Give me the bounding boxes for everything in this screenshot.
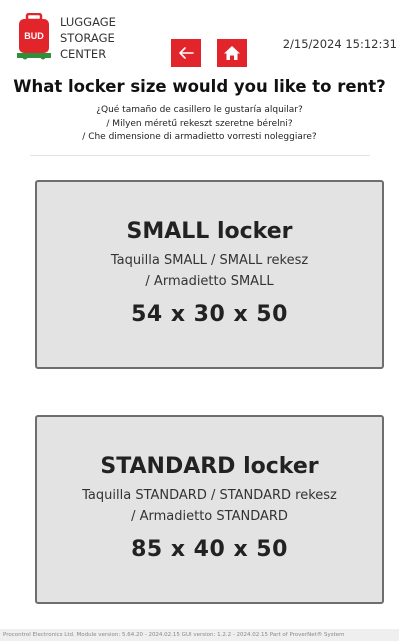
brand-line-2: STORAGE [60,31,115,45]
locker-dimensions: 54 x 30 x 50 [131,302,288,327]
back-button[interactable] [171,39,201,67]
home-button[interactable] [217,39,247,67]
subtitle-italian: / Che dimensione di armadietto vorresti … [82,132,317,143]
locker-name: STANDARD locker [100,454,319,479]
standard-locker-button[interactable]: STANDARD locker Taquilla STANDARD / STAN… [35,415,384,604]
page-subtitle: ¿Qué tamaño de casillero le gustaría alq… [0,104,399,145]
locker-translation-line-1: Taquilla SMALL / SMALL rekesz [110,253,309,268]
divider [30,155,370,156]
subtitle-spanish: ¿Qué tamaño de casillero le gustaría alq… [96,105,303,115]
arrow-left-icon [179,47,194,59]
home-icon [224,46,240,60]
locker-translation-line-2: / Armadietto STANDARD [131,509,288,524]
version-footer: Procontrol Electronics Ltd. Module versi… [0,629,399,641]
header: BUD LUGGAGE STORAGE CENTER 2/15/2024 15:… [0,0,399,78]
brand-line-3: CENTER [60,47,107,61]
page-title: What locker size would you like to rent? [13,77,386,96]
logo-badge-text: BUD [24,31,44,41]
locker-translation: Taquilla SMALL / SMALL rekesz / Armadiet… [37,250,382,292]
small-locker-button[interactable]: SMALL locker Taquilla SMALL / SMALL reke… [35,180,384,369]
locker-name: SMALL locker [126,219,293,244]
brand-line-1: LUGGAGE [60,15,116,29]
brand-name: LUGGAGE STORAGE CENTER [60,14,116,62]
locker-translation-line-1: Taquilla STANDARD / STANDARD rekesz [82,488,337,503]
subtitle-hungarian: / Milyen méretű rekeszt szeretne bérelni… [106,118,293,129]
datetime-display: 2/15/2024 15:12:31 [282,37,397,51]
locker-translation: Taquilla STANDARD / STANDARD rekesz / Ar… [37,485,382,527]
locker-dimensions: 85 x 40 x 50 [131,537,288,562]
locker-translation-line-2: / Armadietto SMALL [145,274,274,289]
luggage-logo-icon: BUD [17,12,51,61]
